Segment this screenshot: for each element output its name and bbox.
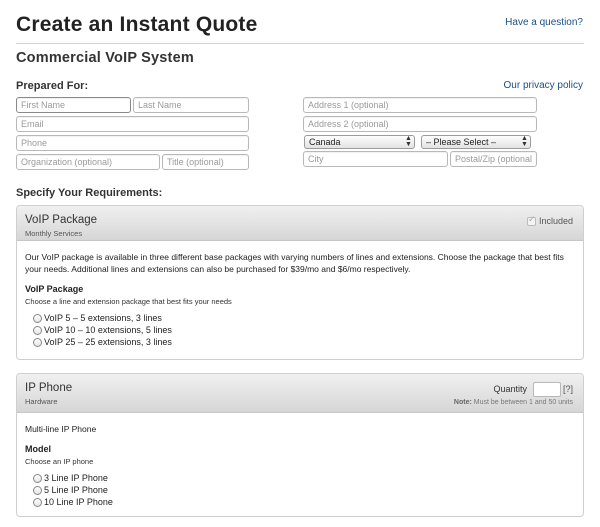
voip-package-panel-body: Our VoIP package is available in three d… <box>17 241 583 358</box>
select-arrows-icon: ▲ ▼ <box>405 135 412 148</box>
model-options: 3 Line IP Phone 5 Line IP Phone 10 Line … <box>33 472 575 508</box>
option-label: 3 Line IP Phone <box>44 473 108 483</box>
first-name-input[interactable] <box>16 97 131 113</box>
quantity-note-text: Must be between 1 and 50 units <box>473 399 573 406</box>
option-label: VoIP 10 – 10 extensions, 5 lines <box>44 325 172 335</box>
voip-package-panel-title: VoIP Package <box>25 214 98 226</box>
model-group-subtitle: Choose an IP phone <box>25 457 94 466</box>
voip-package-options: VoIP 5 – 5 extensions, 3 lines VoIP 10 –… <box>33 312 575 348</box>
included-checkbox-icon <box>526 215 536 226</box>
city-input[interactable] <box>303 151 448 167</box>
voip-package-panel-subtitle: Monthly Services <box>25 229 83 238</box>
page-title: Create an Instant Quote <box>16 13 258 36</box>
privacy-policy-link[interactable]: Our privacy policy <box>504 80 583 91</box>
quantity-label: Quantity <box>493 384 527 394</box>
included-indicator: Included <box>526 215 573 226</box>
header-divider <box>16 43 584 44</box>
ip-phone-description: Multi-line IP Phone <box>25 424 97 434</box>
ip-phone-panel-subtitle: Hardware <box>25 397 58 406</box>
voip-25-option[interactable]: VoIP 25 – 25 extensions, 3 lines <box>33 336 575 348</box>
ip-phone-panel-header: IP Phone Hardware Quantity [?] Note: Mus… <box>17 374 583 413</box>
country-select-value: Canada <box>309 137 341 147</box>
voip-package-panel-header: VoIP Package Monthly Services Included <box>17 206 583 241</box>
voip-package-description: Our VoIP package is available in three d… <box>25 252 564 274</box>
quantity-help-link[interactable]: [?] <box>563 384 573 394</box>
radio-button[interactable] <box>33 497 42 507</box>
page-subtitle: Commercial VoIP System <box>16 50 194 66</box>
radio-button[interactable] <box>33 313 42 323</box>
ip-phone-panel-title: IP Phone <box>25 382 73 394</box>
radio-button[interactable] <box>33 337 42 347</box>
3-line-phone-option[interactable]: 3 Line IP Phone <box>33 472 575 484</box>
quantity-input[interactable] <box>533 382 561 397</box>
voip-package-panel: VoIP Package Monthly Services Included O… <box>16 205 584 360</box>
have-a-question-link[interactable]: Have a question? <box>505 17 583 28</box>
province-select[interactable]: – Please Select – ▲ ▼ <box>421 135 531 149</box>
voip-10-option[interactable]: VoIP 10 – 10 extensions, 5 lines <box>33 324 575 336</box>
voip-package-group-subtitle: Choose a line and extension package that… <box>25 297 232 306</box>
phone-input[interactable] <box>16 135 249 151</box>
requirements-label: Specify Your Requirements: <box>16 187 163 199</box>
select-arrows-icon: ▲ ▼ <box>521 135 528 148</box>
ip-phone-panel-body: Multi-line IP Phone Model Choose an IP p… <box>17 413 583 516</box>
organization-input[interactable] <box>16 154 160 170</box>
voip-5-option[interactable]: VoIP 5 – 5 extensions, 3 lines <box>33 312 575 324</box>
option-label: 10 Line IP Phone <box>44 497 113 507</box>
radio-button[interactable] <box>33 473 42 483</box>
radio-button[interactable] <box>33 325 42 335</box>
model-group-title: Model <box>25 444 51 454</box>
quantity-note-prefix: Note: <box>453 399 472 406</box>
address-1-input[interactable] <box>303 97 537 113</box>
postal-code-input[interactable] <box>450 151 537 167</box>
job-title-input[interactable] <box>162 154 249 170</box>
quantity-note: Note: Must be between 1 and 50 units <box>454 399 573 406</box>
option-label: VoIP 25 – 25 extensions, 3 lines <box>44 337 172 347</box>
10-line-phone-option[interactable]: 10 Line IP Phone <box>33 496 575 508</box>
voip-package-group-title: VoIP Package <box>25 284 84 294</box>
option-label: VoIP 5 – 5 extensions, 3 lines <box>44 313 162 323</box>
email-input[interactable] <box>16 116 249 132</box>
option-label: 5 Line IP Phone <box>44 485 108 495</box>
country-select[interactable]: Canada ▲ ▼ <box>304 135 415 149</box>
address-2-input[interactable] <box>303 116 537 132</box>
5-line-phone-option[interactable]: 5 Line IP Phone <box>33 484 575 496</box>
radio-button[interactable] <box>33 485 42 495</box>
ip-phone-panel: IP Phone Hardware Quantity [?] Note: Mus… <box>16 373 584 517</box>
prepared-for-label: Prepared For: <box>16 80 89 92</box>
last-name-input[interactable] <box>133 97 249 113</box>
included-label: Included <box>538 216 573 226</box>
province-select-value: – Please Select – <box>426 137 497 147</box>
